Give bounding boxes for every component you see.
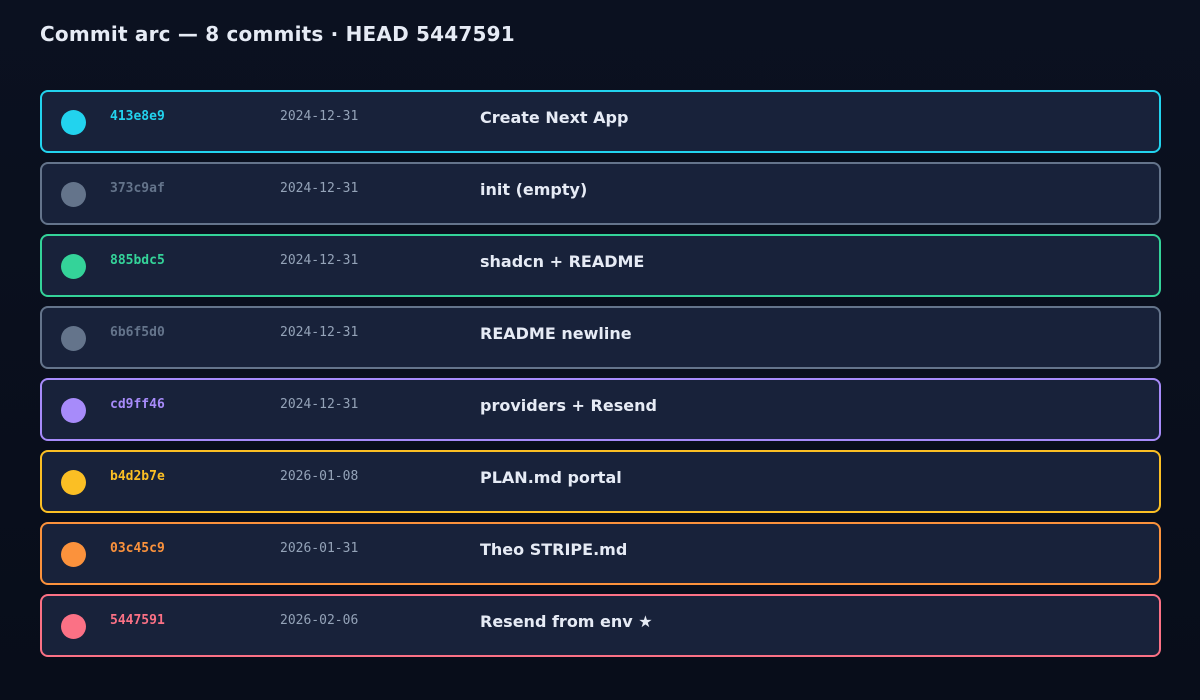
commit-row[interactable]: 5447591 2026-02-06 Resend from env ★ bbox=[40, 594, 1161, 657]
commit-hash: 373c9af bbox=[110, 181, 165, 196]
commit-message: PLAN.md portal bbox=[480, 468, 622, 487]
commit-row[interactable]: 373c9af 2024-12-31 init (empty) bbox=[40, 162, 1161, 225]
commit-row[interactable]: 413e8e9 2024-12-31 Create Next App bbox=[40, 90, 1161, 153]
commit-message: Theo STRIPE.md bbox=[480, 540, 628, 559]
commit-dot-icon bbox=[61, 110, 86, 135]
commit-row[interactable]: 03c45c9 2026-01-31 Theo STRIPE.md bbox=[40, 522, 1161, 585]
commit-message: providers + Resend bbox=[480, 396, 657, 415]
commit-hash: 885bdc5 bbox=[110, 253, 165, 268]
commit-message: Create Next App bbox=[480, 108, 629, 127]
commit-hash: b4d2b7e bbox=[110, 469, 165, 484]
commit-date: 2026-01-31 bbox=[280, 541, 359, 556]
commit-row[interactable]: 6b6f5d0 2024-12-31 README newline bbox=[40, 306, 1161, 369]
commit-date: 2026-01-08 bbox=[280, 469, 359, 484]
commit-hash: 413e8e9 bbox=[110, 109, 165, 124]
commit-date: 2026-02-06 bbox=[280, 613, 359, 628]
commit-row[interactable]: cd9ff46 2024-12-31 providers + Resend bbox=[40, 378, 1161, 441]
commit-message: Resend from env ★ bbox=[480, 612, 653, 631]
commit-date: 2024-12-31 bbox=[280, 181, 359, 196]
commit-dot-icon bbox=[61, 542, 86, 567]
commit-dot-icon bbox=[61, 182, 86, 207]
commit-hash: 03c45c9 bbox=[110, 541, 165, 556]
commit-hash: 5447591 bbox=[110, 613, 165, 628]
page-title: Commit arc — 8 commits · HEAD 5447591 bbox=[40, 22, 515, 46]
commit-date: 2024-12-31 bbox=[280, 109, 359, 124]
commit-date: 2024-12-31 bbox=[280, 253, 359, 268]
commit-message: init (empty) bbox=[480, 180, 588, 199]
commit-date: 2024-12-31 bbox=[280, 325, 359, 340]
commit-list: 413e8e9 2024-12-31 Create Next App 373c9… bbox=[40, 90, 1161, 666]
commit-dot-icon bbox=[61, 398, 86, 423]
commit-row[interactable]: b4d2b7e 2026-01-08 PLAN.md portal bbox=[40, 450, 1161, 513]
commit-hash: 6b6f5d0 bbox=[110, 325, 165, 340]
commit-hash: cd9ff46 bbox=[110, 397, 165, 412]
commit-date: 2024-12-31 bbox=[280, 397, 359, 412]
commit-dot-icon bbox=[61, 254, 86, 279]
commit-dot-icon bbox=[61, 326, 86, 351]
commit-message: README newline bbox=[480, 324, 632, 343]
commit-message: shadcn + README bbox=[480, 252, 645, 271]
commit-dot-icon bbox=[61, 614, 86, 639]
commit-row[interactable]: 885bdc5 2024-12-31 shadcn + README bbox=[40, 234, 1161, 297]
commit-dot-icon bbox=[61, 470, 86, 495]
